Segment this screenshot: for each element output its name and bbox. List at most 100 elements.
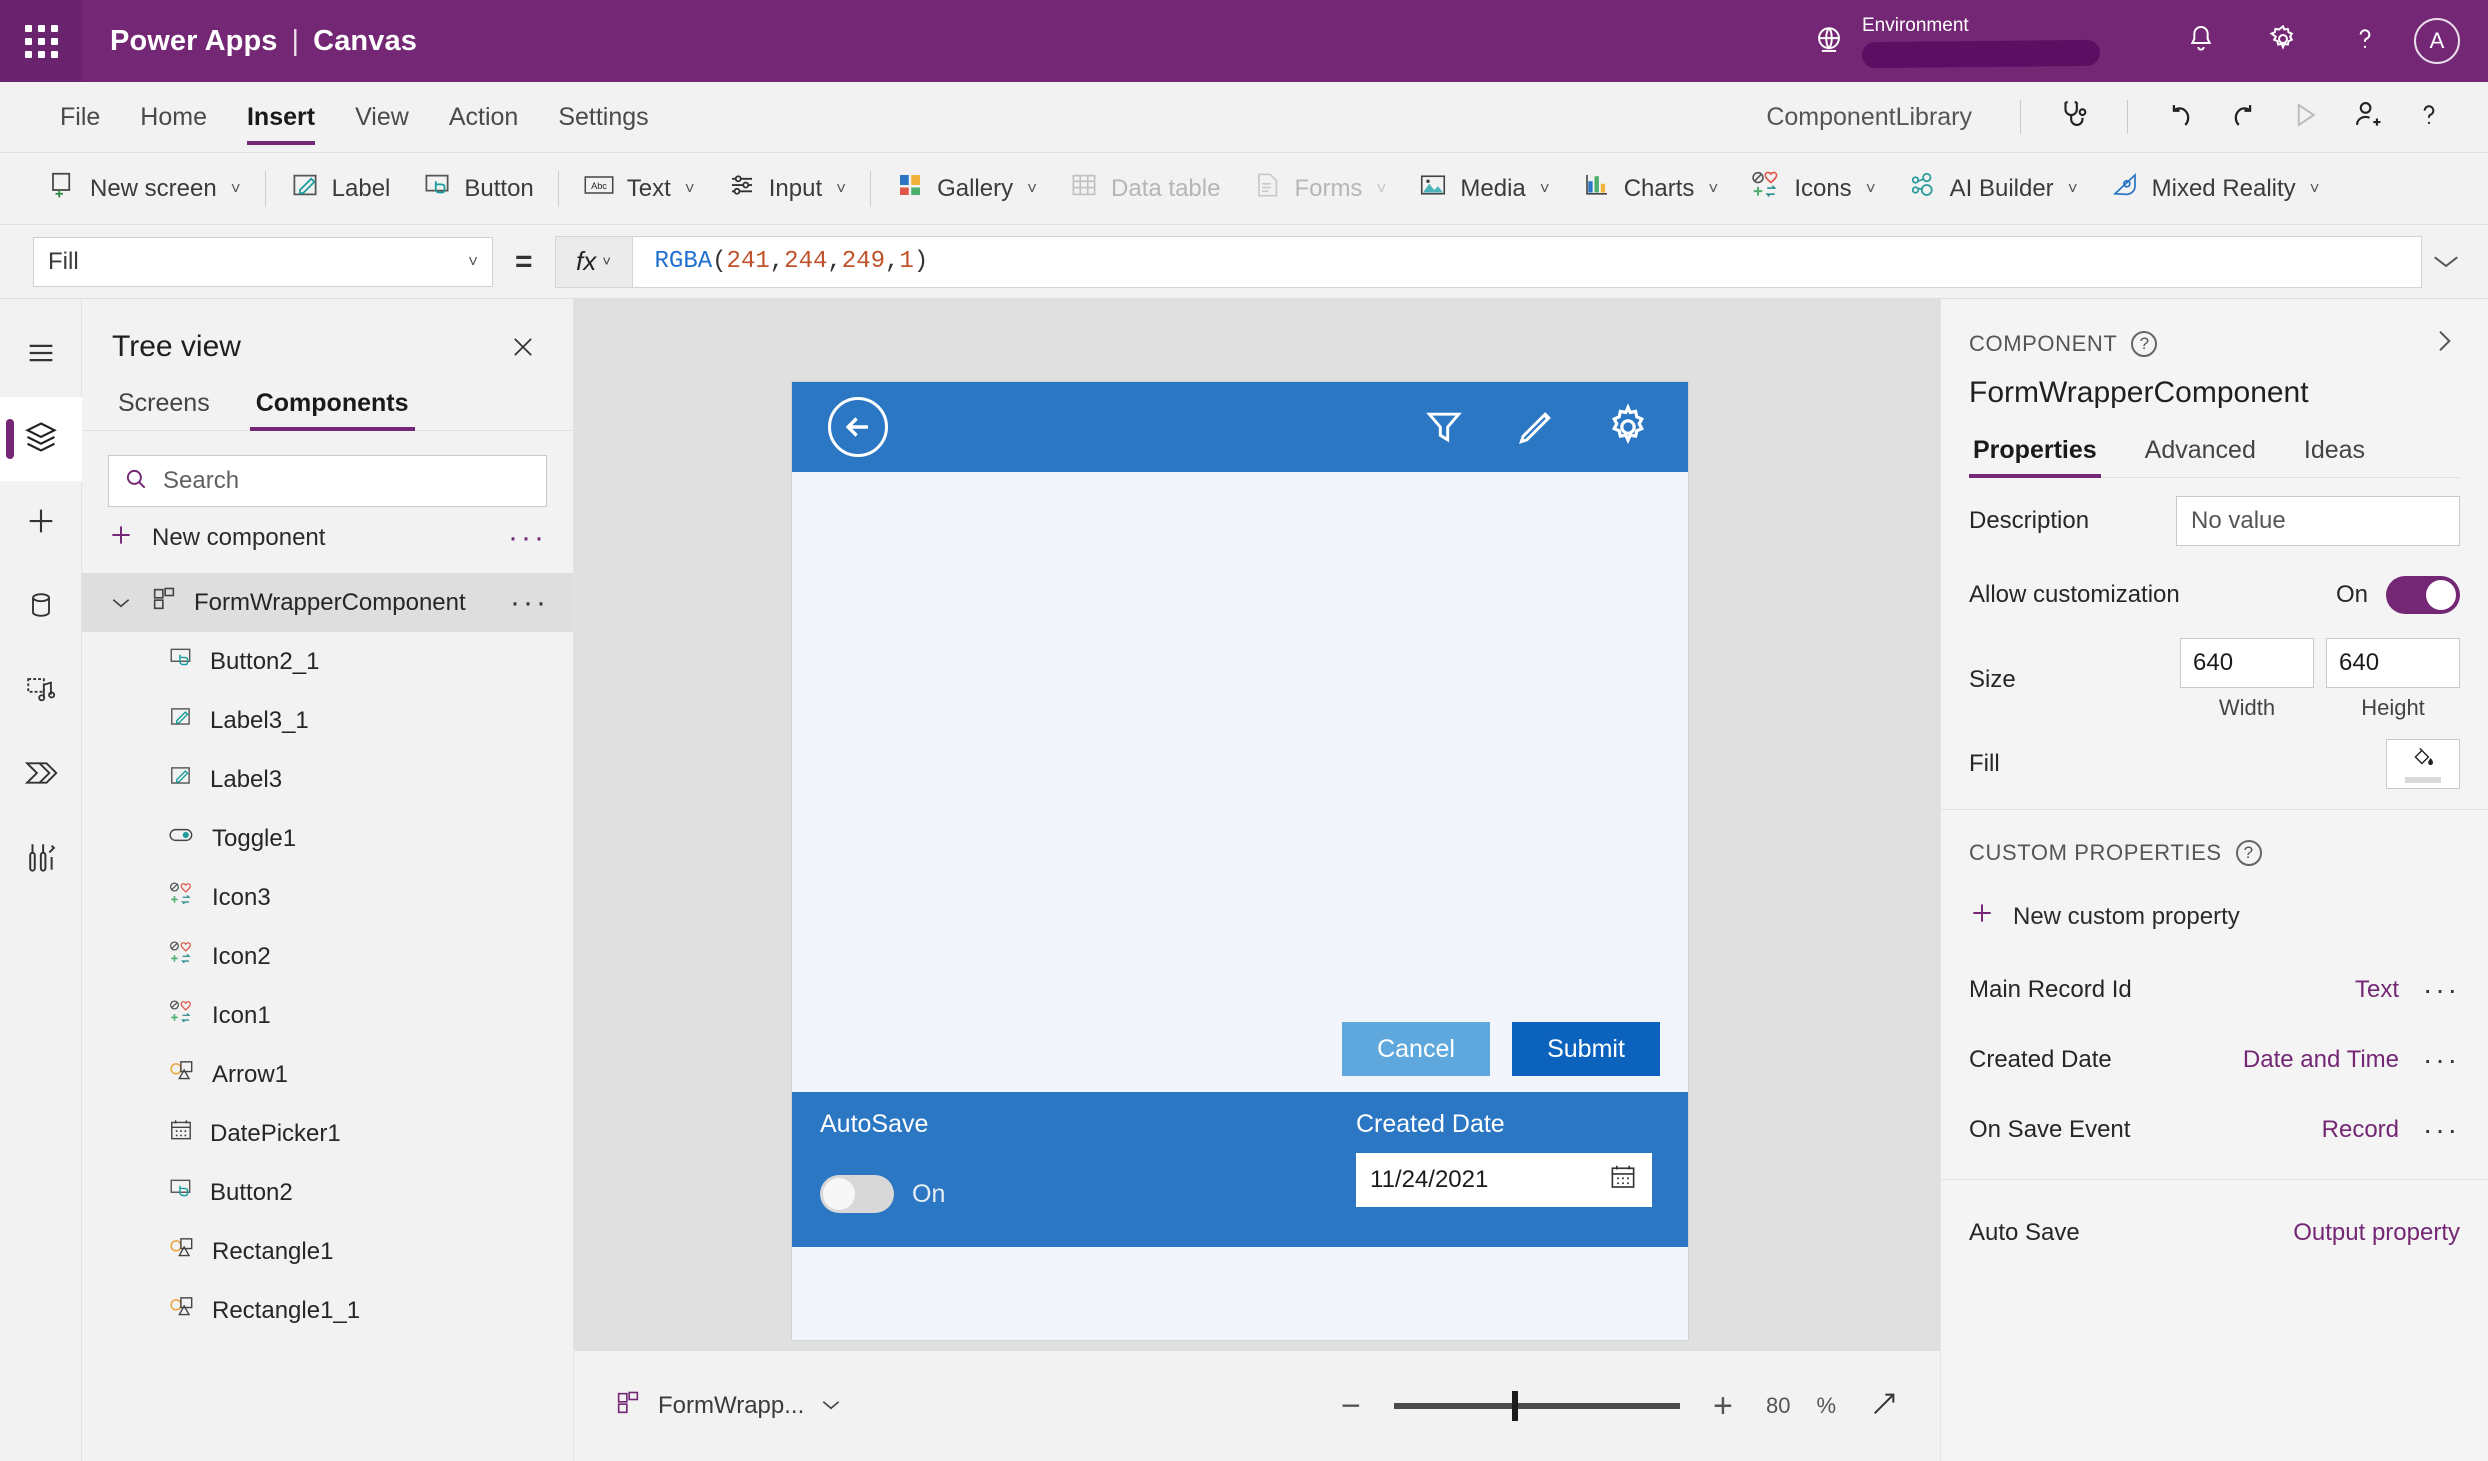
preview-play-button[interactable] — [2274, 82, 2336, 153]
menu-item-settings[interactable]: Settings — [538, 82, 668, 153]
tree-item-rectangle1[interactable]: Rectangle1 — [82, 1222, 573, 1281]
custom-property-type[interactable]: Record — [2322, 1116, 2399, 1144]
zoom-out-button[interactable]: − — [1334, 1387, 1368, 1426]
ribbon-forms-group[interactable]: Forms ˅ — [1236, 153, 1402, 225]
calendar-icon[interactable] — [1608, 1162, 1638, 1199]
tree-item-datepicker1[interactable]: DatePicker1 — [82, 1104, 573, 1163]
settings-button[interactable] — [2242, 0, 2324, 82]
tree-item-icon2[interactable]: Icon2 — [82, 927, 573, 986]
app-launcher-button[interactable] — [0, 0, 82, 82]
tree-item-label3[interactable]: Label3 — [82, 750, 573, 809]
ribbon-button-control[interactable]: Button — [406, 153, 549, 225]
notifications-button[interactable] — [2160, 0, 2242, 82]
filter-funnel-icon[interactable] — [1420, 403, 1468, 451]
ribbon-text-group[interactable]: Abc Text ˅ — [567, 153, 711, 225]
property-selector-dropdown[interactable]: Fill ˅ — [33, 236, 493, 287]
fx-dropdown-button[interactable]: fx ˅ — [554, 235, 633, 288]
formula-input[interactable]: RGBA ( 241 , 244 , 249 , 1 ) — [632, 235, 2422, 288]
zoom-slider[interactable] — [1393, 1391, 1680, 1421]
custom-property-overflow-button[interactable]: ··· — [2423, 1114, 2460, 1146]
tree-item-arrow1[interactable]: Arrow1 — [82, 1045, 573, 1104]
tab-ideas[interactable]: Ideas — [2300, 436, 2369, 477]
app-checker-button[interactable] — [2043, 82, 2105, 153]
chevron-right-icon[interactable] — [2428, 325, 2460, 362]
sidebar-item-variables[interactable] — [0, 817, 82, 901]
tab-screens[interactable]: Screens — [112, 389, 216, 430]
question-mark-icon[interactable]: ? — [2235, 840, 2262, 866]
tree-item-formwrappercomponent[interactable]: FormWrapperComponent ··· — [82, 573, 573, 632]
tree-item-rectangle1-1[interactable]: Rectangle1_1 — [82, 1281, 573, 1340]
redo-button[interactable] — [2212, 82, 2274, 153]
height-input[interactable]: 640 — [2326, 638, 2460, 688]
zoom-slider-thumb[interactable] — [1511, 1391, 1518, 1421]
tree-item-toggle1[interactable]: Toggle1 — [82, 809, 573, 868]
cancel-button[interactable]: Cancel — [1342, 1022, 1490, 1076]
new-component-overflow-button[interactable]: ··· — [508, 521, 547, 555]
allow-customization-toggle[interactable] — [2386, 576, 2460, 614]
output-property-row-auto-save[interactable]: Auto Save Output property — [1969, 1198, 2460, 1268]
ribbon-charts-group[interactable]: Charts ˅ — [1566, 153, 1735, 225]
menu-item-file[interactable]: File — [40, 82, 120, 153]
menu-item-action[interactable]: Action — [429, 82, 538, 153]
custom-property-row-on-save-event[interactable]: On Save Event Record ··· — [1969, 1095, 2460, 1165]
menu-item-home[interactable]: Home — [120, 82, 227, 153]
ribbon-icons-group[interactable]: Icons ˅ — [1734, 153, 1891, 225]
sidebar-item-media[interactable] — [0, 649, 82, 733]
autosave-toggle[interactable] — [820, 1175, 894, 1213]
undo-button[interactable] — [2150, 82, 2212, 153]
fill-color-picker-button[interactable] — [2386, 739, 2460, 789]
custom-property-overflow-button[interactable]: ··· — [2423, 1044, 2460, 1076]
expand-diagonal-icon[interactable] — [1868, 1388, 1900, 1425]
sidebar-item-data[interactable] — [0, 565, 82, 649]
gear-icon[interactable] — [1604, 403, 1652, 451]
ribbon-label-control[interactable]: Label — [274, 153, 407, 225]
search-input[interactable] — [163, 467, 532, 495]
question-mark-icon[interactable]: ? — [2131, 330, 2158, 357]
tree-item-label3-1[interactable]: Label3_1 — [82, 691, 573, 750]
share-add-user-button[interactable] — [2336, 82, 2398, 153]
tree-search-box[interactable] — [108, 455, 547, 507]
menu-item-view[interactable]: View — [335, 82, 429, 153]
menu-item-insert[interactable]: Insert — [227, 82, 335, 153]
custom-property-type[interactable]: Date and Time — [2243, 1046, 2399, 1074]
sidebar-item-menu[interactable] — [0, 313, 82, 397]
help-button[interactable] — [2324, 0, 2406, 82]
tab-components[interactable]: Components — [249, 389, 415, 431]
ribbon-media-group[interactable]: Media ˅ — [1402, 153, 1565, 225]
canvas-work-area[interactable]: Cancel Submit AutoSave On Created Date 1… — [574, 299, 1940, 1350]
submit-button[interactable]: Submit — [1512, 1022, 1660, 1076]
environment-selector[interactable]: Environment — [1812, 15, 2101, 69]
tab-advanced[interactable]: Advanced — [2141, 436, 2260, 477]
close-icon[interactable] — [503, 327, 543, 367]
ribbon-new-screen[interactable]: New screen ˅ — [32, 153, 257, 225]
ribbon-input-group[interactable]: Input ˅ — [711, 153, 862, 225]
tree-item-icon3[interactable]: Icon3 — [82, 868, 573, 927]
new-custom-property-button[interactable]: New custom property — [1969, 900, 2460, 933]
tree-item-overflow-button[interactable]: ··· — [510, 586, 549, 620]
tree-item-icon1[interactable]: Icon1 — [82, 986, 573, 1045]
chevron-down-icon[interactable] — [108, 595, 134, 611]
ribbon-data-table[interactable]: Data table — [1053, 153, 1236, 225]
zoom-in-button[interactable]: + — [1706, 1387, 1740, 1426]
custom-property-type[interactable]: Text — [2355, 976, 2399, 1004]
tab-properties[interactable]: Properties — [1969, 436, 2101, 478]
custom-property-overflow-button[interactable]: ··· — [2423, 974, 2460, 1006]
component-selector-dropdown[interactable]: FormWrapp... — [614, 1389, 842, 1424]
created-date-input[interactable]: 11/24/2021 — [1356, 1153, 1652, 1207]
new-component-button[interactable]: New component ··· — [82, 507, 573, 569]
output-property-type[interactable]: Output property — [2293, 1219, 2460, 1247]
custom-property-row-main-record-id[interactable]: Main Record Id Text ··· — [1969, 955, 2460, 1025]
description-field[interactable]: No value — [2176, 496, 2460, 546]
user-avatar[interactable]: A — [2414, 18, 2460, 64]
pencil-edit-icon[interactable] — [1512, 403, 1560, 451]
sidebar-item-tree-view[interactable] — [0, 397, 82, 481]
formula-expand-button[interactable] — [2424, 243, 2468, 283]
ribbon-gallery-group[interactable]: Gallery ˅ — [879, 153, 1053, 225]
component-preview-frame[interactable]: Cancel Submit AutoSave On Created Date 1… — [792, 382, 1688, 1340]
width-input[interactable]: 640 — [2180, 638, 2314, 688]
ribbon-ai-builder-group[interactable]: AI Builder ˅ — [1892, 153, 2094, 225]
sidebar-item-power-automate[interactable] — [0, 733, 82, 817]
sidebar-item-insert[interactable] — [0, 481, 82, 565]
tree-item-button2[interactable]: Button2 — [82, 1163, 573, 1222]
custom-property-row-created-date[interactable]: Created Date Date and Time ··· — [1969, 1025, 2460, 1095]
